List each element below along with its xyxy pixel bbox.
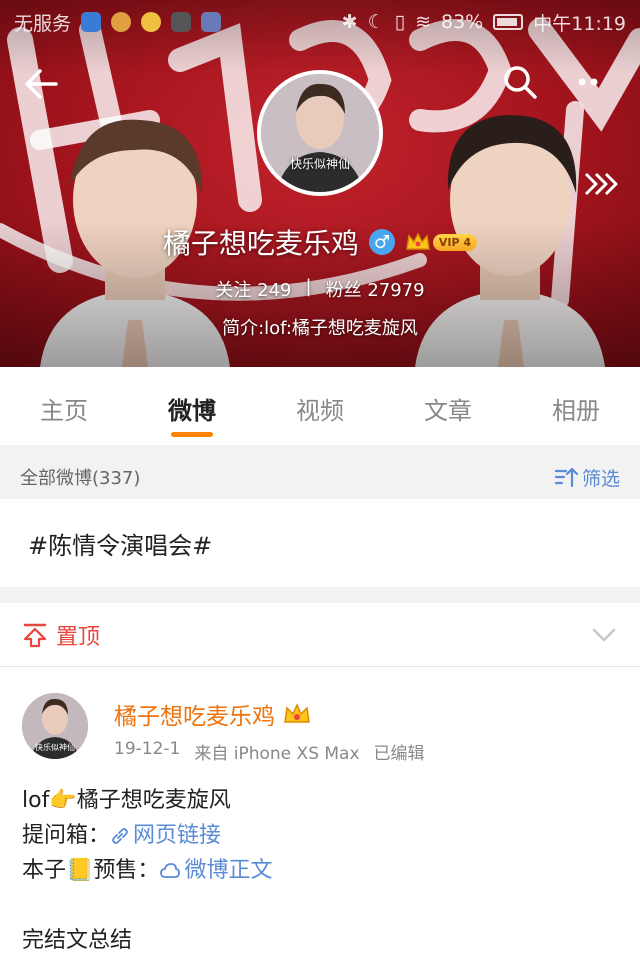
triple-chevron-icon[interactable] — [582, 168, 622, 200]
vip-level: VIP 4 — [432, 233, 478, 251]
pinned-bar[interactable]: 置顶 — [0, 603, 640, 667]
notebook-emoji: 📒 — [66, 858, 94, 883]
line4-text: 完结文总结 — [22, 928, 133, 953]
post-source: 来自 iPhone XS Max — [194, 744, 360, 764]
following-label: 关注 — [215, 280, 252, 301]
crown-icon — [406, 232, 430, 250]
pin-top-icon — [23, 623, 47, 647]
post-meta: 19-12-1 来自 iPhone XS Max 已编辑 — [114, 739, 425, 764]
tab-home[interactable]: 主页 — [0, 367, 128, 445]
post-line-blank — [22, 888, 272, 923]
hashtag-text: #陈情令演唱会# — [28, 531, 213, 560]
status-app-icons — [81, 12, 222, 32]
photo-app-icon — [201, 12, 222, 32]
back-arrow-icon[interactable] — [20, 62, 64, 106]
web-link-label: 网页链接 — [133, 823, 222, 848]
profile-banner: 无服务 ✱ ☾ ▯ ≋ 83% 中午11:19 快乐似神仙 橘子想吃麦乐鸡 ♂ … — [0, 0, 640, 367]
pinned-label: 置顶 — [56, 624, 101, 650]
tab-video[interactable]: 视频 — [256, 367, 384, 445]
status-time: 中午11:19 — [533, 12, 626, 35]
profile-name: 橘子想吃麦乐鸡 — [162, 227, 359, 260]
camera-app-icon — [171, 12, 192, 32]
line3-prefix: 本子 — [22, 858, 67, 883]
post-line-4: 完结文总结 — [22, 923, 272, 958]
tab-weibo[interactable]: 微博 — [128, 367, 256, 445]
filter-label: 筛选 — [581, 467, 620, 490]
line3-label: 预售： — [93, 858, 160, 883]
shield-app-icon — [81, 12, 102, 32]
web-link[interactable]: 网页链接 — [110, 818, 221, 853]
post-line-3: 本子 📒 预售： 微博正文 — [22, 853, 272, 888]
vibrate-icon: ▯ — [394, 11, 406, 33]
link-icon — [112, 827, 128, 844]
line2-label: 提问箱： — [22, 823, 111, 848]
post-date: 19-12-1 — [114, 739, 181, 759]
cloud-icon — [160, 862, 181, 878]
profile-avatar[interactable]: 快乐似神仙 — [257, 70, 383, 196]
post-author[interactable]: 橘子想吃麦乐鸡 — [114, 697, 275, 731]
weibo-article-label: 微博正文 — [184, 858, 273, 883]
post-avatar-caption: 快乐似神仙 — [35, 743, 75, 752]
more-dots-icon[interactable] — [572, 62, 612, 102]
bluetooth-icon: ✱ — [341, 11, 358, 33]
tab-album[interactable]: 相册 — [512, 367, 640, 445]
post-line-1: lof 👉 橘子想吃麦旋风 — [22, 783, 272, 818]
fans-count: 27979 — [367, 280, 425, 301]
chevron-down-icon[interactable] — [590, 621, 618, 649]
all-posts-label: 全部微博(337) — [20, 468, 141, 489]
line1-prefix: lof — [22, 788, 50, 813]
avatar-caption: 快乐似神仙 — [289, 157, 350, 171]
tab-articles[interactable]: 文章 — [384, 367, 512, 445]
stats-divider: | — [305, 276, 312, 297]
weibo-article-link[interactable]: 微博正文 — [159, 853, 272, 888]
status-bar: 无服务 ✱ ☾ ▯ ≋ 83% 中午11:19 — [0, 0, 640, 44]
avatar-photo — [261, 74, 379, 192]
profile-tabs: 主页 微博 视频 文章 相册 — [0, 367, 640, 445]
notification-app-icon — [141, 12, 162, 32]
wifi-icon: ≋ — [415, 11, 431, 33]
line1-text: 橘子想吃麦旋风 — [76, 788, 231, 813]
search-icon[interactable] — [500, 62, 540, 102]
weibo-post[interactable]: 快乐似神仙 橘子想吃麦乐鸡 19-12-1 来自 iPhone XS Max 已… — [0, 667, 640, 979]
filter-icon — [554, 467, 578, 488]
vip-badge[interactable]: VIP 4 — [405, 231, 478, 253]
profile-name-row: 橘子想吃麦乐鸡 ♂ VIP 4 — [0, 222, 640, 262]
status-right: ✱ ☾ ▯ ≋ 83% 中午11:19 — [342, 9, 626, 36]
vip-crown-icon — [284, 703, 310, 723]
hashtag-card[interactable]: #陈情令演唱会# — [0, 499, 640, 587]
battery-percent: 83% — [441, 11, 484, 33]
fans-stat[interactable]: 粉丝 27979 — [326, 276, 425, 302]
post-avatar[interactable]: 快乐似神仙 — [22, 693, 88, 759]
carrier-text: 无服务 — [14, 12, 72, 35]
filter-button[interactable]: 筛选 — [554, 464, 620, 491]
profile-bio: 简介:lof:橘子想吃麦旋风 — [222, 318, 418, 339]
post-body: lof 👉 橘子想吃麦旋风 提问箱： 网页链接 本子 📒 预售： 微博正文 完结… — [22, 783, 272, 958]
post-line-2: 提问箱： 网页链接 — [22, 818, 272, 853]
pointing-hand-emoji: 👉 — [49, 788, 77, 813]
browser-app-icon — [111, 12, 132, 32]
male-gender-icon: ♂ — [368, 229, 395, 255]
moon-icon: ☾ — [367, 11, 385, 33]
post-edited: 已编辑 — [373, 744, 425, 764]
following-stat[interactable]: 关注 249 — [215, 276, 291, 302]
post-author-row: 橘子想吃麦乐鸡 — [114, 697, 311, 731]
fans-label: 粉丝 — [325, 280, 362, 301]
following-count: 249 — [257, 280, 292, 301]
battery-icon — [493, 14, 524, 30]
filter-bar: 全部微博(337) 筛选 — [0, 455, 640, 499]
profile-stats: 关注 249 | 粉丝 27979 — [0, 276, 640, 302]
